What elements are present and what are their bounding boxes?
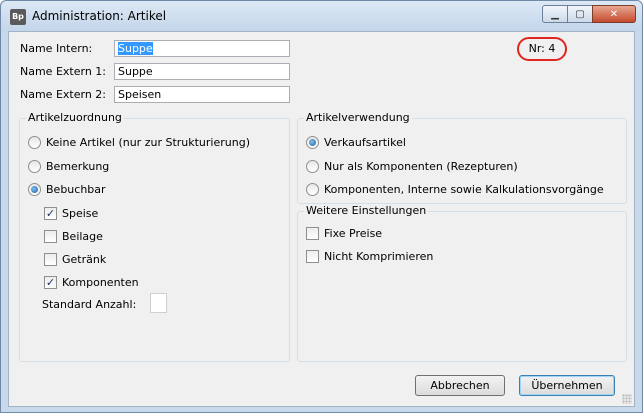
checkbox-nicht-komprimieren-label: Nicht Komprimieren <box>324 250 434 263</box>
radio-circle-selected <box>28 183 41 196</box>
artikelverwendung-group: Artikelverwendung Verkaufsartikel Nur al… <box>297 111 627 204</box>
name-extern-1-label: Name Extern 1: <box>20 65 106 78</box>
checkbox-box <box>306 250 319 263</box>
radio-nur-komponenten-label: Nur als Komponenten (Rezepturen) <box>324 160 518 173</box>
weitere-einstellungen-group: Weitere Einstellungen Fixe Preise Nicht … <box>297 204 627 362</box>
checkbox-box <box>306 227 319 240</box>
minimize-icon: ▁ <box>551 8 559 20</box>
radio-circle <box>306 160 319 173</box>
checkbox-getraenk-label: Getränk <box>62 253 107 266</box>
radio-circle <box>28 160 41 173</box>
name-extern-2-value: Speisen <box>118 88 162 101</box>
dialog-client-area: Name Intern: Suppe Name Extern 1: Suppe … <box>8 31 635 407</box>
checkbox-box <box>44 230 57 243</box>
radio-dot-icon <box>31 186 38 193</box>
artikelzuordnung-title: Artikelzuordnung <box>26 111 124 124</box>
radio-verkaufsartikel[interactable]: Verkaufsartikel <box>306 136 406 149</box>
radio-komponenten-interne-label: Komponenten, Interne sowie Kalkulationsv… <box>324 183 604 196</box>
radio-komponenten-interne[interactable]: Komponenten, Interne sowie Kalkulationsv… <box>306 183 604 196</box>
name-extern-2-input[interactable]: Speisen <box>114 86 290 103</box>
cancel-button[interactable]: Abbrechen <box>415 375 505 396</box>
checkbox-beilage-label: Beilage <box>62 230 103 243</box>
checkbox-speise-label: Speise <box>62 207 99 220</box>
name-extern-1-input[interactable]: Suppe <box>114 63 290 80</box>
radio-nur-komponenten[interactable]: Nur als Komponenten (Rezepturen) <box>306 160 518 173</box>
checkbox-komponenten-label: Komponenten <box>62 276 139 289</box>
app-icon: Bp <box>10 9 26 25</box>
name-intern-input[interactable]: Suppe <box>114 40 290 57</box>
standard-anzahl-label: Standard Anzahl: <box>42 298 137 311</box>
standard-anzahl-input[interactable] <box>150 293 167 313</box>
radio-bebuchbar[interactable]: Bebuchbar <box>28 183 106 196</box>
maximize-button[interactable]: ▢ <box>567 5 593 23</box>
resize-grip-icon[interactable] <box>622 394 632 404</box>
checkmark-icon: ✓ <box>44 276 57 289</box>
radio-dot-icon <box>309 139 316 146</box>
artikelverwendung-title: Artikelverwendung <box>304 111 412 124</box>
title-bar[interactable]: Bp Administration: Artikel ▁ ▢ ✕ <box>1 1 642 31</box>
radio-circle <box>28 136 41 149</box>
ok-button[interactable]: Übernehmen <box>519 375 615 396</box>
caption-buttons: ▁ ▢ ✕ <box>542 5 636 23</box>
checkbox-fixe-preise-label: Fixe Preise <box>324 227 383 240</box>
article-number-badge: Nr: 4 <box>517 37 567 61</box>
dialog-window: Bp Administration: Artikel ▁ ▢ ✕ Name In… <box>0 0 643 413</box>
radio-verkaufsartikel-label: Verkaufsartikel <box>324 136 406 149</box>
radio-circle <box>306 183 319 196</box>
checkbox-beilage[interactable]: Beilage <box>44 230 103 243</box>
checkbox-box <box>44 253 57 266</box>
maximize-icon: ▢ <box>575 8 585 20</box>
checkbox-speise[interactable]: ✓ Speise <box>44 207 98 220</box>
minimize-button[interactable]: ▁ <box>542 5 568 23</box>
radio-circle-selected <box>306 136 319 149</box>
checkbox-fixe-preise[interactable]: Fixe Preise <box>306 227 382 240</box>
name-intern-label: Name Intern: <box>20 42 93 55</box>
checkbox-komponenten[interactable]: ✓ Komponenten <box>44 276 139 289</box>
radio-bemerkung[interactable]: Bemerkung <box>28 160 109 173</box>
radio-bemerkung-label: Bemerkung <box>46 160 110 173</box>
close-button[interactable]: ✕ <box>592 5 636 23</box>
artikelzuordnung-group: Artikelzuordnung Keine Artikel (nur zur … <box>19 111 290 362</box>
name-extern-1-value: Suppe <box>118 65 153 78</box>
checkbox-getraenk[interactable]: Getränk <box>44 253 106 266</box>
weitere-einstellungen-title: Weitere Einstellungen <box>304 204 429 217</box>
radio-bebuchbar-label: Bebuchbar <box>46 183 106 196</box>
window-title: Administration: Artikel <box>32 9 167 23</box>
radio-keine-artikel-label: Keine Artikel (nur zur Strukturierung) <box>46 136 250 149</box>
checkmark-icon: ✓ <box>44 207 57 220</box>
checkbox-nicht-komprimieren[interactable]: Nicht Komprimieren <box>306 250 433 263</box>
close-icon: ✕ <box>609 8 619 20</box>
name-intern-value: Suppe <box>118 42 153 55</box>
radio-keine-artikel[interactable]: Keine Artikel (nur zur Strukturierung) <box>28 136 250 149</box>
name-extern-2-label: Name Extern 2: <box>20 88 106 101</box>
